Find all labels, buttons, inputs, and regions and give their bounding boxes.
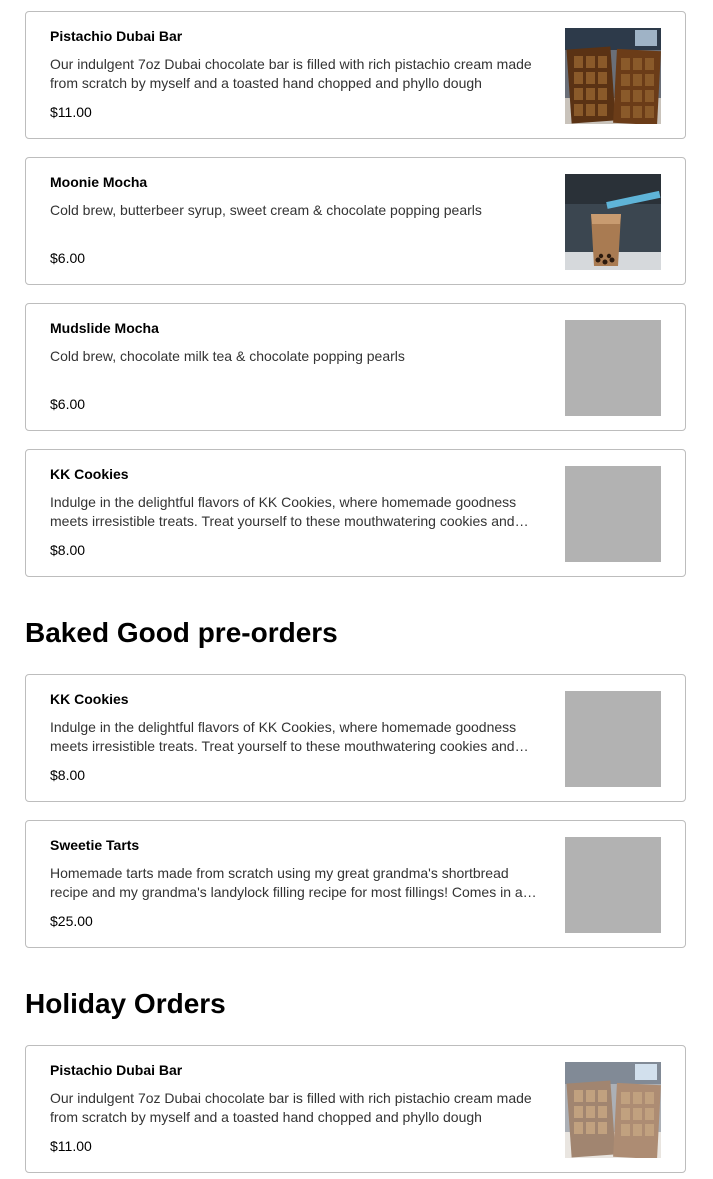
item-price: $6.00 [50, 250, 86, 266]
item-price: $11.00 [50, 104, 92, 120]
item-name: Pistachio Dubai Bar [50, 28, 183, 44]
item-name: Pistachio Dubai Bar [50, 1062, 183, 1078]
item-name: Sweetie Tarts [50, 837, 140, 853]
item-name: Mudslide Mocha [50, 320, 159, 336]
menu-item-card[interactable]: KK Cookies Indulge in the delightful fla… [25, 449, 686, 577]
item-price: $11.00 [50, 1138, 92, 1154]
menu-item-card[interactable]: Pistachio Dubai Bar Our indulgent 7oz Du… [25, 1045, 686, 1173]
item-description: Our indulgent 7oz Dubai chocolate bar is… [50, 1090, 532, 1125]
image-placeholder [565, 837, 661, 933]
item-name: KK Cookies [50, 466, 129, 482]
menu-item-card[interactable]: KK Cookies Indulge in the delightful fla… [25, 674, 686, 802]
item-description: Our indulgent 7oz Dubai chocolate bar is… [50, 56, 532, 91]
image-placeholder [565, 466, 661, 562]
item-description: Indulge in the delightful flavors of KK … [50, 719, 517, 754]
menu-item-card[interactable]: Sweetie Tarts Homemade tarts made from s… [25, 820, 686, 948]
item-description: Cold brew, butterbeer syrup, sweet cream… [50, 202, 482, 218]
menu-item-card[interactable]: Mudslide Mocha Cold brew, chocolate milk… [25, 303, 686, 431]
chocolate-bar-photo [565, 28, 661, 124]
chocolate-bar-photo [565, 1062, 661, 1158]
item-name: Moonie Mocha [50, 174, 148, 190]
image-placeholder [565, 691, 661, 787]
menu-item-card[interactable]: Pistachio Dubai Bar Our indulgent 7oz Du… [25, 11, 686, 139]
section-title: Baked Good pre-orders [25, 617, 338, 648]
image-placeholder [565, 320, 661, 416]
item-price: $6.00 [50, 396, 86, 412]
item-price: $25.00 [50, 913, 93, 929]
menu-item-card[interactable]: Moonie Mocha Cold brew, butterbeer syrup… [25, 157, 686, 285]
section-title: Holiday Orders [25, 988, 226, 1019]
iced-drink-photo [565, 174, 661, 270]
item-description: Indulge in the delightful flavors of KK … [50, 494, 517, 529]
item-name: KK Cookies [50, 691, 129, 707]
item-description: Cold brew, chocolate milk tea & chocolat… [50, 348, 405, 364]
item-price: $8.00 [50, 542, 86, 558]
item-description: Homemade tarts made from scratch using m… [50, 865, 523, 900]
item-price: $8.00 [50, 767, 86, 783]
